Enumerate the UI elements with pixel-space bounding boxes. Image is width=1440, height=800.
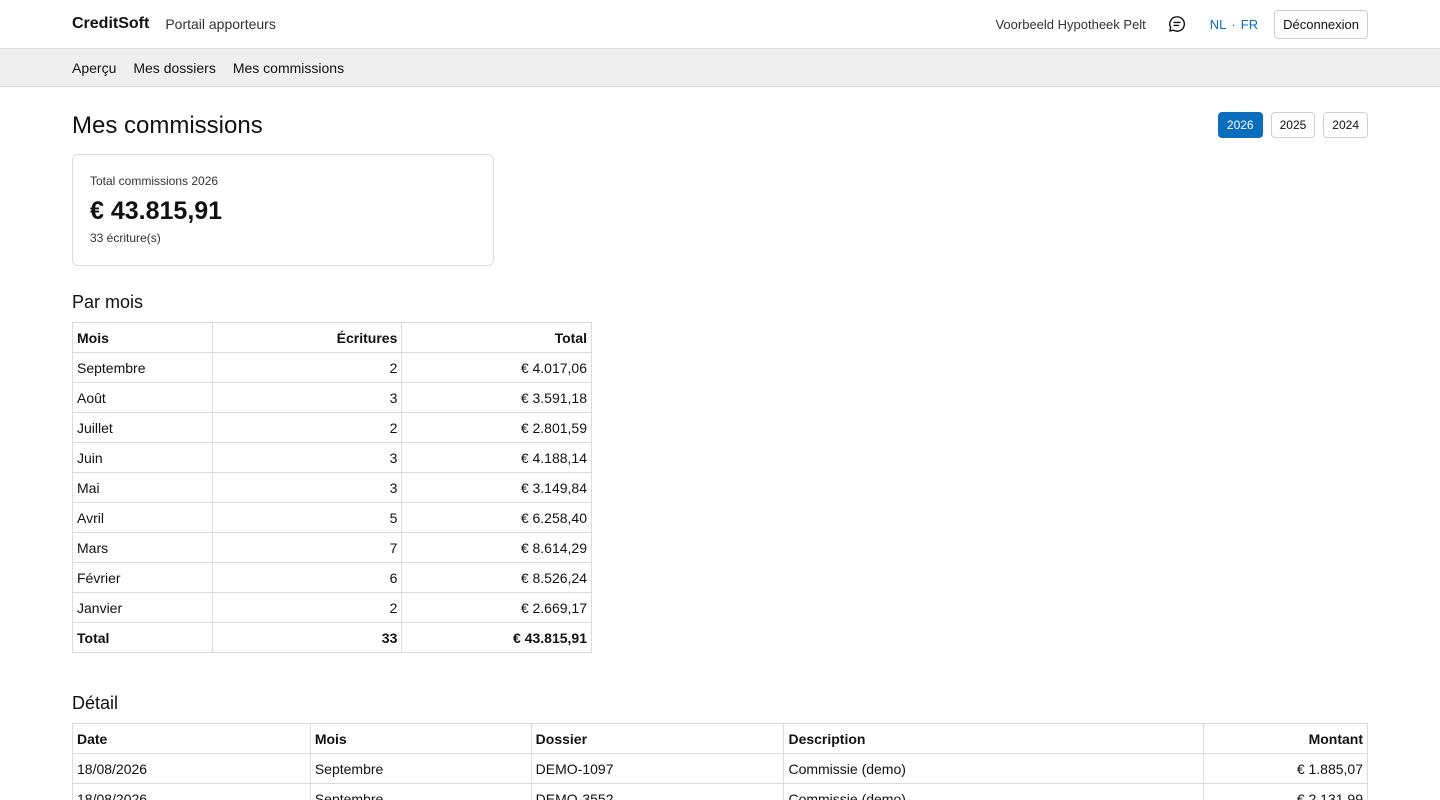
month-cell: Mars	[72, 532, 213, 563]
column-header-month: Mois	[72, 322, 213, 353]
month-cell: Septembre	[309, 783, 532, 800]
month-cell: Juin	[72, 442, 213, 473]
column-header-file: Dossier	[530, 723, 785, 754]
month-cell: Janvier	[72, 592, 213, 623]
year-selector: 2026 2025 2024	[1217, 112, 1368, 138]
summary-count: 33 écriture(s)	[90, 231, 161, 245]
total-cell: € 3.149,84	[401, 472, 592, 503]
description-cell: Commissie (demo)	[783, 753, 1205, 784]
table-row: Mars 7 € 8.614,29	[72, 532, 592, 563]
title-row: Mes commissions 2026 2025 2024	[72, 87, 1368, 140]
table-row: Février 6 € 8.526,24	[72, 562, 592, 593]
table-header-row: Date Mois Dossier Description Montant	[72, 723, 1368, 754]
top-bar: CreditSoft Portail apporteurs Voorbeeld …	[0, 0, 1440, 49]
entries-cell: 3	[211, 382, 403, 413]
lang-fr-link[interactable]: FR	[1241, 17, 1258, 32]
section-title-detail: Détail	[72, 693, 119, 713]
main-nav: Aperçu Mes dossiers Mes commissions	[0, 49, 1440, 87]
monthly-table: Mois Écritures Total Septembre 2 € 4.017…	[72, 322, 592, 653]
total-cell: € 6.258,40	[401, 502, 592, 533]
total-cell: € 2.669,17	[401, 592, 592, 623]
month-cell: Juillet	[72, 412, 213, 443]
portal-name: Portail apporteurs	[165, 16, 276, 32]
column-header-total: Total	[401, 322, 592, 353]
header-actions: Voorbeeld Hypotheek Pelt NL · FR Déconne…	[995, 9, 1368, 39]
column-header-description: Description	[783, 723, 1205, 754]
total-cell: € 8.614,29	[401, 532, 592, 563]
total-entries-cell: 33	[211, 622, 403, 653]
month-cell: Mai	[72, 472, 213, 503]
entries-cell: 7	[211, 532, 403, 563]
year-button-2026[interactable]: 2026	[1217, 112, 1263, 138]
table-header-row: Mois Écritures Total	[72, 322, 592, 353]
entries-cell: 5	[211, 502, 403, 533]
table-row: 18/08/2026 Septembre DEMO-1097 Commissie…	[72, 753, 1368, 784]
column-header-date: Date	[72, 723, 311, 754]
month-cell: Septembre	[309, 753, 532, 784]
entries-cell: 2	[211, 412, 403, 443]
total-cell: € 3.591,18	[401, 382, 592, 413]
lang-nl-link[interactable]: NL	[1210, 17, 1227, 32]
main-content: Mes commissions 2026 2025 2024 Total com…	[0, 87, 1440, 800]
table-row: Juillet 2 € 2.801,59	[72, 412, 592, 443]
logout-button[interactable]: Déconnexion	[1274, 9, 1368, 39]
table-row: Avril 5 € 6.258,40	[72, 502, 592, 533]
month-cell: Septembre	[72, 352, 213, 383]
table-total-row: Total 33 € 43.815,91	[72, 622, 592, 653]
section-title-by-month: Par mois	[72, 292, 144, 312]
date-cell: 18/08/2026	[72, 783, 311, 800]
entries-cell: 6	[211, 562, 403, 593]
date-cell: 18/08/2026	[72, 753, 311, 784]
summary-card: Total commissions 2026 € 43.815,91 33 éc…	[72, 154, 494, 266]
summary-amount: € 43.815,91	[90, 197, 223, 225]
lang-separator: ·	[1231, 16, 1236, 32]
entries-cell: 2	[211, 352, 403, 383]
table-row: Janvier 2 € 2.669,17	[72, 592, 592, 623]
column-header-entries: Écritures	[211, 322, 403, 353]
month-cell: Août	[72, 382, 213, 413]
year-button-2025[interactable]: 2025	[1270, 112, 1316, 138]
year-button-2024[interactable]: 2024	[1323, 112, 1368, 138]
table-row: Mai 3 € 3.149,84	[72, 472, 592, 503]
amount-cell: € 2.131,99	[1203, 783, 1368, 800]
table-row: Août 3 € 3.591,18	[72, 382, 592, 413]
nav-item-my-commissions[interactable]: Mes commissions	[233, 60, 344, 76]
total-cell: € 8.526,24	[401, 562, 592, 593]
table-row: Juin 3 € 4.188,14	[72, 442, 592, 473]
column-header-amount: Montant	[1203, 723, 1368, 754]
month-cell: Février	[72, 562, 213, 593]
entries-cell: 2	[211, 592, 403, 623]
total-cell: € 2.801,59	[401, 412, 592, 443]
summary-label: Total commissions 2026	[90, 174, 219, 188]
month-cell: Avril	[72, 502, 213, 533]
nav-item-overview[interactable]: Aperçu	[72, 60, 116, 76]
page-title: Mes commissions	[72, 112, 263, 139]
table-row: Septembre 2 € 4.017,06	[72, 352, 592, 383]
language-switcher: NL · FR	[1210, 17, 1258, 32]
total-cell: € 4.188,14	[401, 442, 592, 473]
broker-name: Voorbeeld Hypotheek Pelt	[995, 16, 1146, 32]
column-header-month: Mois	[309, 723, 532, 754]
detail-table: Date Mois Dossier Description Montant 18…	[72, 723, 1368, 800]
chat-bubble-icon[interactable]	[1166, 13, 1188, 35]
total-label-cell: Total	[72, 622, 213, 653]
file-cell: DEMO-3552	[530, 783, 785, 800]
total-amount-cell: € 43.815,91	[401, 622, 592, 653]
description-cell: Commissie (demo)	[783, 783, 1205, 800]
entries-cell: 3	[211, 442, 403, 473]
brand-logo[interactable]: CreditSoft	[72, 15, 149, 33]
entries-cell: 3	[211, 472, 403, 503]
table-row: 18/08/2026 Septembre DEMO-3552 Commissie…	[72, 783, 1368, 800]
total-cell: € 4.017,06	[401, 352, 592, 383]
nav-item-my-files[interactable]: Mes dossiers	[133, 60, 215, 76]
file-cell: DEMO-1097	[530, 753, 785, 784]
amount-cell: € 1.885,07	[1203, 753, 1368, 784]
